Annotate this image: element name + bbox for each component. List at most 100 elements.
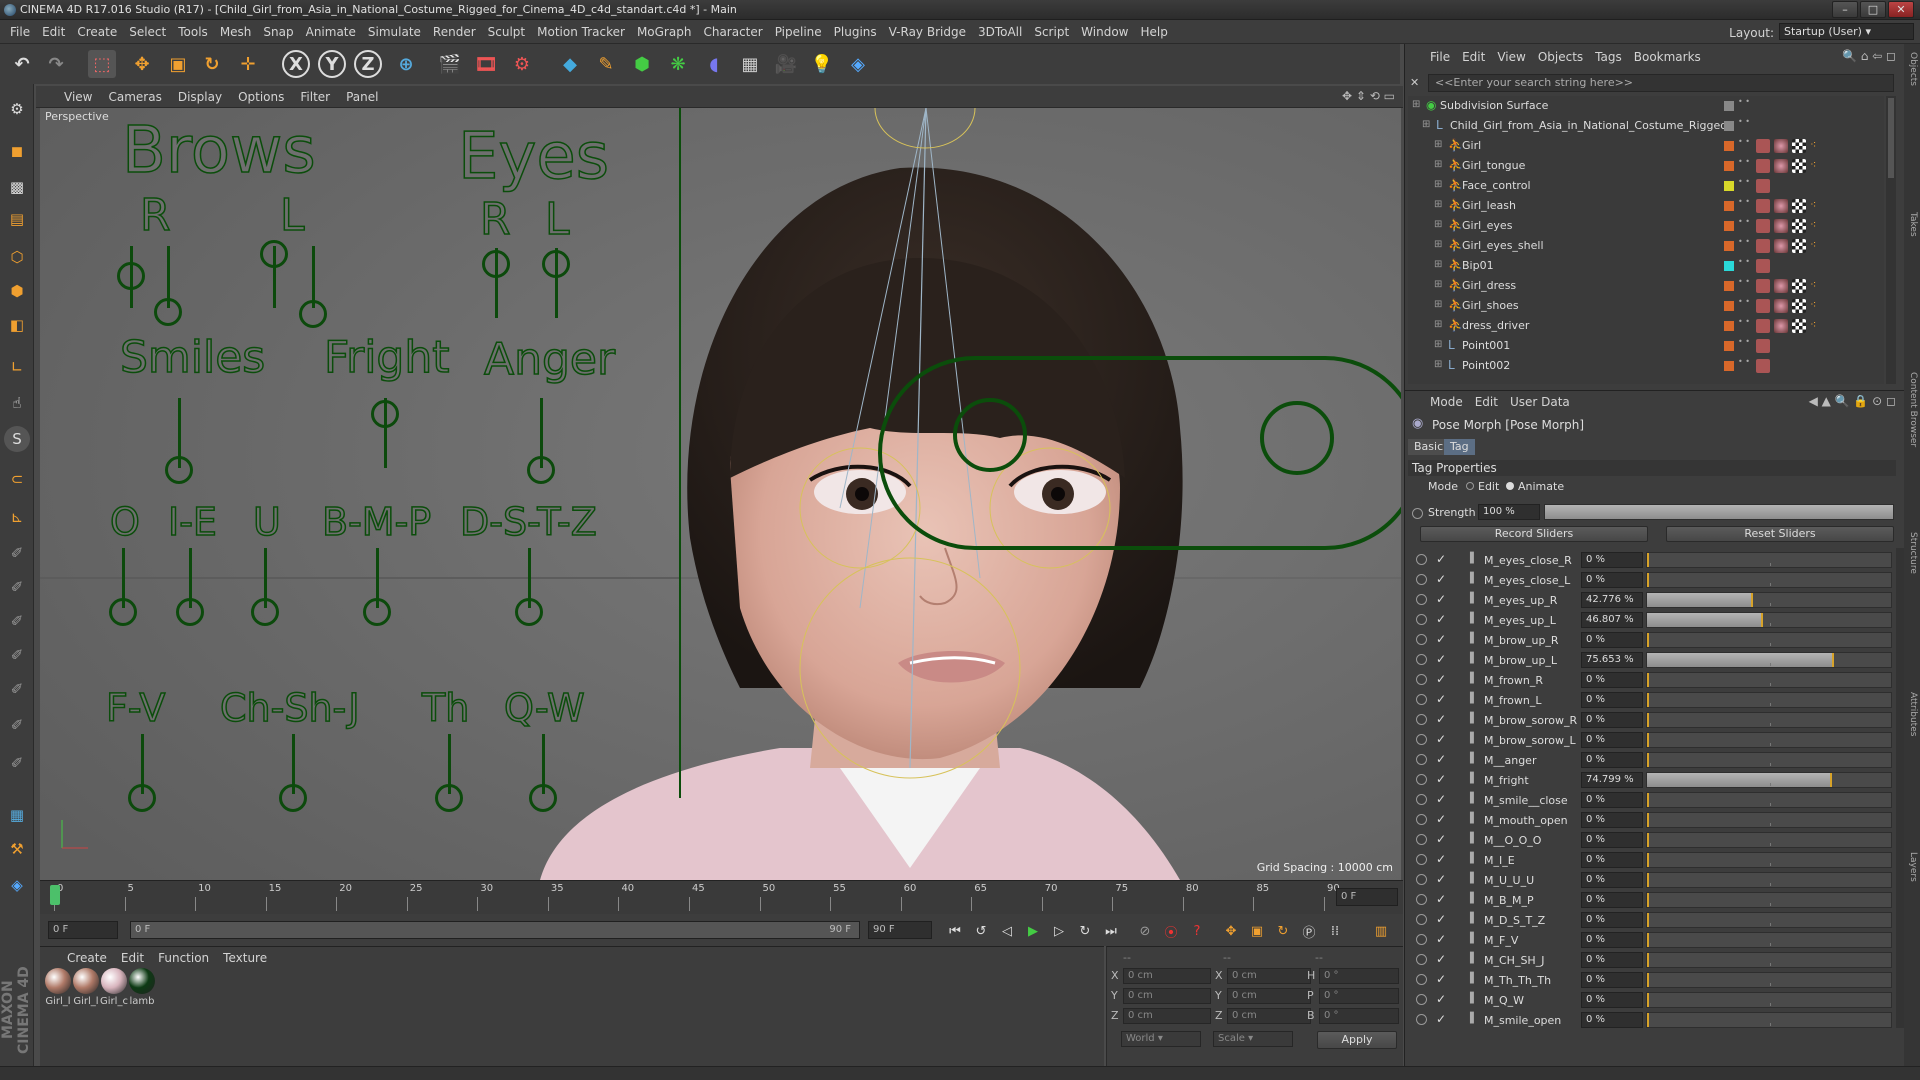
coord-system-select[interactable]: World ▾ [1121,1031,1201,1047]
morph-slider[interactable] [1646,632,1892,648]
morph-drag-handle-icon[interactable]: ▐ [1466,913,1474,924]
snap-icon[interactable]: S [4,426,30,452]
visibility-dots-icon[interactable]: • • [1738,338,1750,346]
morph-drag-handle-icon[interactable]: ▐ [1466,833,1474,844]
morph-animate-icon[interactable] [1416,1014,1427,1025]
morph-animate-icon[interactable] [1416,614,1427,625]
morph-enable-checkbox[interactable]: ✓ [1436,652,1446,666]
attribute-manager-tools-icons[interactable]: ◀ ▲ 🔍 🔒 ⊙ ◻ [1809,394,1896,408]
coord-mode-select[interactable]: Scale ▾ [1213,1031,1293,1047]
morph-slider[interactable] [1646,732,1892,748]
coord-position-field[interactable]: 0 cm [1123,968,1211,984]
morph-enable-checkbox[interactable]: ✓ [1436,952,1446,966]
z-axis-lock-button[interactable]: Z [354,50,382,78]
morph-animate-icon[interactable] [1416,754,1427,765]
morph-slider[interactable] [1646,872,1892,888]
expand-icon[interactable]: ⊞ [1434,319,1442,330]
menu-script[interactable]: Script [1028,20,1075,44]
coord-size-field[interactable]: 0 cm [1227,968,1311,984]
texture-tag-icon[interactable] [1792,199,1806,213]
coord-size-field[interactable]: 0 cm [1227,1008,1311,1024]
object-menu-objects[interactable]: Objects [1532,46,1589,68]
visibility-dots-icon[interactable]: • • [1738,218,1750,226]
morph-drag-handle-icon[interactable]: ▐ [1466,933,1474,944]
python-script-icon[interactable]: ◈ [844,50,872,78]
tag-icon[interactable] [1756,259,1770,273]
morph-slider[interactable] [1646,812,1892,828]
morph-enable-checkbox[interactable]: ✓ [1436,712,1446,726]
morph-slider-handle[interactable] [1647,853,1649,867]
morph-slider-handle[interactable] [1647,553,1649,567]
material-swatch[interactable]: lamb [128,968,156,1007]
morph-animate-icon[interactable] [1416,674,1427,685]
morph-slider-row[interactable]: ✓ ▐ M_I_E 0 % [1408,850,1896,870]
morph-slider-row[interactable]: ✓ ▐ M_eyes_up_L 46.807 % [1408,610,1896,630]
next-frame-icon[interactable]: ▷ [1048,921,1070,941]
viewport-menu-cameras[interactable]: Cameras [100,86,169,108]
material-menu-function[interactable]: Function [151,947,216,969]
morph-animate-icon[interactable] [1416,994,1427,1005]
morph-value-field[interactable]: 74.799 % [1581,772,1643,788]
start-frame-field[interactable]: 0 F [48,921,118,939]
visibility-dots-icon[interactable]: • • [1738,278,1750,286]
object-row[interactable]: ⊞ L Point002 • • [1408,356,1884,376]
tag-icon[interactable] [1756,279,1770,293]
expand-icon[interactable]: ⊞ [1434,219,1442,230]
autokeying-icon[interactable]: ? [1186,921,1208,941]
tag-icon[interactable] [1756,239,1770,253]
object-manager-tools-icons[interactable]: 🔍 ⌂ ⇦ ◻ [1842,49,1896,63]
morph-slider-handle[interactable] [1647,933,1649,947]
array-generator-icon[interactable]: ❋ [664,50,692,78]
morph-slider-handle[interactable] [1647,893,1649,907]
record-sliders-button[interactable]: Record Sliders [1420,526,1648,542]
next-key-icon[interactable]: ↻ [1074,921,1096,941]
selection-tag-icon[interactable]: ⁖ [1810,158,1816,171]
brush-s-icon[interactable]: ✐ [4,642,30,668]
tag-icon[interactable] [1756,219,1770,233]
material-swatch[interactable]: Girl_c [100,968,128,1007]
object-row[interactable]: ⊞ ⛹ Face_control • • [1408,176,1884,196]
morph-slider-row[interactable]: ✓ ▐ M_F_V 0 % [1408,930,1896,950]
viewport-menu-panel[interactable]: Panel [338,86,386,108]
material-tag-icon[interactable] [1774,279,1788,293]
visibility-dots-icon[interactable]: • • [1738,138,1750,146]
morph-value-field[interactable]: 0 % [1581,892,1643,908]
close-button[interactable]: ✕ [1888,1,1914,18]
morph-animate-icon[interactable] [1416,694,1427,705]
morph-slider-row[interactable]: ✓ ▐ M_brow_sorow_R 0 % [1408,710,1896,730]
object-menu-bookmarks[interactable]: Bookmarks [1628,46,1707,68]
viewport-menu-filter[interactable]: Filter [292,86,338,108]
object-row[interactable]: ⊞ ◉ Subdivision Surface • • [1408,96,1884,116]
morph-value-field[interactable]: 0 % [1581,952,1643,968]
morph-slider-handle[interactable] [1647,973,1649,987]
make-editable-icon[interactable]: ⚙ [4,96,30,122]
joint-tool-icon[interactable]: ⊾ [4,504,30,530]
morph-slider[interactable] [1646,832,1892,848]
morph-animate-icon[interactable] [1416,574,1427,585]
morph-enable-checkbox[interactable]: ✓ [1436,812,1446,826]
tag-icon[interactable] [1756,359,1770,373]
menu-animate[interactable]: Animate [300,20,362,44]
morph-slider-row[interactable]: ✓ ▐ M_smile_open 0 % [1408,1010,1896,1030]
morph-slider-handle[interactable] [1647,913,1649,927]
redo-icon[interactable]: ↷ [42,50,70,78]
visibility-dots-icon[interactable]: • • [1738,198,1750,206]
morph-slider[interactable] [1646,1012,1892,1028]
expand-icon[interactable]: ⊞ [1422,119,1430,130]
selection-tag-icon[interactable]: ⁖ [1810,198,1816,211]
attribute-menu-mode[interactable]: Mode [1424,391,1469,413]
menu-mesh[interactable]: Mesh [214,20,258,44]
menu-render[interactable]: Render [427,20,482,44]
morph-slider-handle[interactable] [1647,633,1649,647]
object-row[interactable]: ⊞ ⛹ Bip01 • • [1408,256,1884,276]
viewport-navigation-icons[interactable]: ✥ ⇕ ⟲ ▭ [1342,89,1395,103]
object-row[interactable]: ⊞ L Child_Girl_from_Asia_in_National_Costu… [1408,116,1884,136]
morph-slider-handle[interactable] [1647,1013,1649,1027]
tag-icon[interactable] [1756,319,1770,333]
morph-enable-checkbox[interactable]: ✓ [1436,612,1446,626]
select-tool-icon[interactable]: ⬚ [88,50,116,78]
morph-slider-handle[interactable] [1647,833,1649,847]
morph-value-field[interactable]: 0 % [1581,852,1643,868]
tweak-mode-icon[interactable]: ☝ [4,390,30,416]
side-tab-attributes[interactable]: Attributes [1906,692,1918,736]
